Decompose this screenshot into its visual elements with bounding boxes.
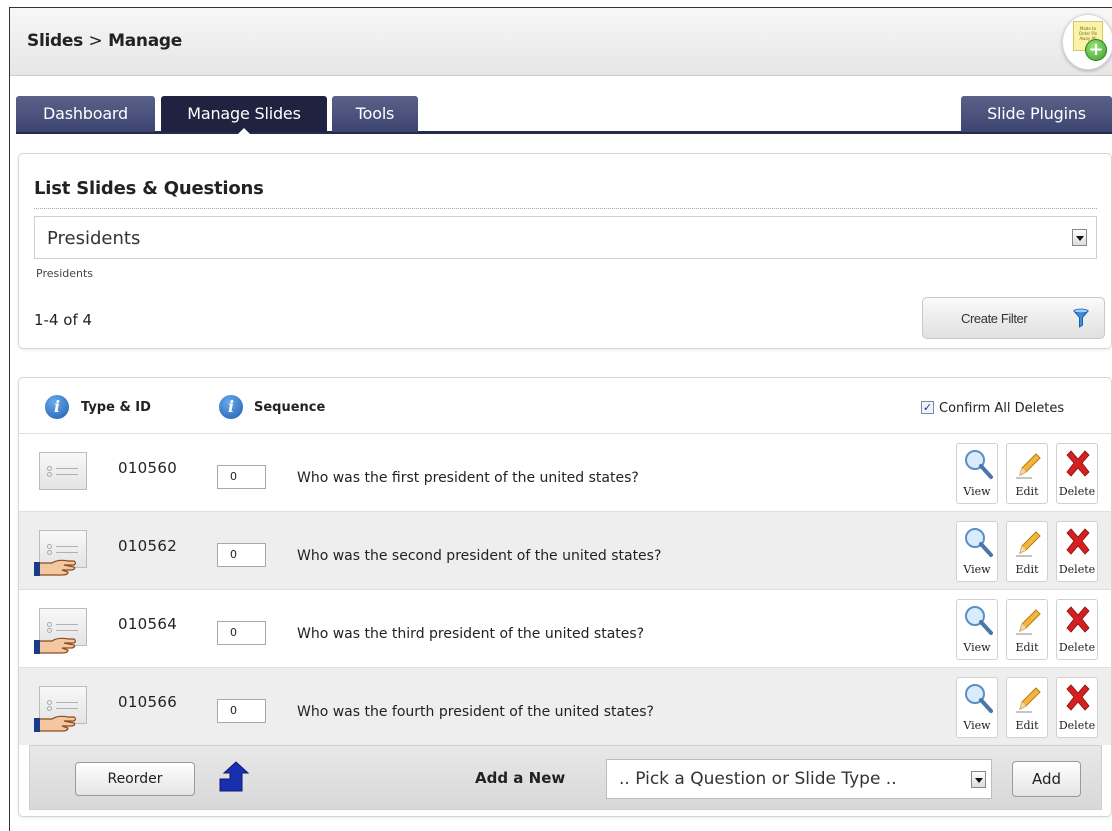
info-icon[interactable]: i	[45, 395, 69, 419]
question-text: Who was the first president of the unite…	[297, 470, 639, 486]
delete-label: Delete	[1058, 719, 1096, 732]
hand-icon	[34, 715, 77, 732]
title-divider	[34, 208, 1097, 209]
edit-label: Edit	[1015, 641, 1039, 654]
confirm-deletes-checkbox[interactable]: ✓	[921, 401, 934, 414]
table-footer: Reorder Add a New .. Pick a Question or …	[29, 745, 1102, 810]
table-row: 010560 0 Who was the first president of …	[19, 433, 1111, 511]
view-button[interactable]: View	[956, 443, 998, 504]
delete-label: Delete	[1058, 641, 1096, 654]
delete-label: Delete	[1058, 563, 1096, 576]
col-sequence-label: Sequence	[254, 400, 326, 415]
tab-bar: Dashboard Manage Slides Tools Slide Plug…	[16, 96, 1112, 135]
chevron-down-icon[interactable]	[1072, 229, 1087, 246]
sequence-input[interactable]: 0	[217, 621, 266, 645]
info-icon[interactable]: i	[219, 395, 243, 419]
plus-icon: +	[1085, 39, 1107, 61]
pencil-icon	[1016, 687, 1041, 713]
hand-icon	[34, 637, 77, 654]
create-filter-label: Create Filter	[961, 311, 1028, 326]
arrow-up-icon[interactable]	[216, 761, 250, 795]
add-button[interactable]: Add	[1012, 761, 1081, 797]
pencil-icon	[1016, 531, 1041, 557]
view-label: View	[963, 641, 991, 654]
view-button[interactable]: View	[956, 599, 998, 660]
result-count: 1-4 of 4	[34, 311, 93, 329]
delete-button[interactable]: Delete	[1056, 677, 1098, 738]
view-label: View	[963, 563, 991, 576]
magnifier-icon	[965, 684, 993, 713]
funnel-icon	[1073, 308, 1089, 328]
view-label: View	[963, 485, 991, 498]
table-row: 010564 0 Who was the third president of …	[19, 589, 1111, 667]
shared-slide-icon	[34, 686, 87, 732]
close-icon	[1066, 450, 1090, 477]
reorder-button[interactable]: Reorder	[75, 762, 195, 796]
delete-button[interactable]: Delete	[1056, 443, 1098, 504]
sequence-input[interactable]: 0	[217, 543, 266, 567]
table-row: 010566 0 Who was the fourth president of…	[19, 667, 1111, 745]
close-icon	[1066, 528, 1090, 555]
chevron-down-icon[interactable]	[971, 771, 986, 788]
delete-button[interactable]: Delete	[1056, 599, 1098, 660]
view-button[interactable]: View	[956, 677, 998, 738]
slide-type-select[interactable]: .. Pick a Question or Slide Type ..	[606, 759, 992, 799]
edit-label: Edit	[1015, 563, 1039, 576]
col-type-id-label: Type & ID	[81, 400, 151, 415]
list-slides-panel: List Slides & Questions Presidents Presi…	[18, 153, 1112, 349]
close-icon	[1066, 606, 1090, 633]
view-label: View	[963, 719, 991, 732]
delete-button[interactable]: Delete	[1056, 521, 1098, 582]
slides-table-panel: i Type & ID i Sequence ✓ Confirm All Del…	[18, 377, 1112, 817]
tab-dashboard[interactable]: Dashboard	[16, 96, 155, 132]
shared-slide-icon	[34, 530, 87, 576]
confirm-deletes-label: Confirm All Deletes	[939, 401, 1065, 416]
view-button[interactable]: View	[956, 521, 998, 582]
breadcrumb-separator: >	[88, 31, 103, 51]
edit-button[interactable]: Edit	[1006, 443, 1048, 504]
pencil-icon	[1016, 609, 1041, 635]
edit-label: Edit	[1015, 719, 1039, 732]
question-text: Who was the second president of the unit…	[297, 548, 662, 564]
edit-button[interactable]: Edit	[1006, 677, 1048, 738]
slide-id[interactable]: 010564	[118, 615, 177, 633]
edit-button[interactable]: Edit	[1006, 521, 1048, 582]
magnifier-icon	[965, 606, 993, 635]
tab-tools[interactable]: Tools	[332, 96, 418, 132]
magnifier-icon	[965, 450, 993, 479]
add-note-badge-icon[interactable]: Made to Order Pin Away All +	[1062, 14, 1112, 70]
sequence-input[interactable]: 0	[217, 465, 266, 489]
question-text: Who was the third president of the unite…	[297, 626, 645, 642]
slide-id[interactable]: 010566	[118, 693, 177, 711]
slide-set-caption: Presidents	[36, 267, 94, 280]
table-row: 010562 0 Who was the second president of…	[19, 511, 1111, 589]
breadcrumb: Slides > Manage	[27, 31, 182, 51]
pencil-icon	[1016, 453, 1041, 479]
question-text: Who was the fourth president of the unit…	[297, 704, 654, 720]
sequence-input[interactable]: 0	[217, 699, 266, 723]
slide-type-select-value: .. Pick a Question or Slide Type ..	[619, 769, 897, 789]
panel-title: List Slides & Questions	[34, 178, 264, 199]
delete-label: Delete	[1058, 485, 1096, 498]
edit-label: Edit	[1015, 485, 1039, 498]
edit-button[interactable]: Edit	[1006, 599, 1048, 660]
hand-icon	[34, 559, 77, 576]
add-new-label: Add a New	[475, 769, 566, 787]
shared-slide-icon	[34, 608, 87, 654]
slide-id[interactable]: 010560	[118, 459, 177, 477]
magnifier-icon	[965, 528, 993, 557]
tab-manage-slides[interactable]: Manage Slides	[161, 96, 327, 135]
slide-id[interactable]: 010562	[118, 537, 177, 555]
tab-slide-plugins[interactable]: Slide Plugins	[961, 96, 1112, 132]
breadcrumb-section[interactable]: Slides	[27, 31, 83, 51]
create-filter-button[interactable]: Create Filter	[922, 297, 1105, 339]
close-icon	[1066, 684, 1090, 711]
slide-set-select[interactable]: Presidents	[34, 216, 1097, 259]
slide-icon	[39, 452, 87, 490]
breadcrumb-page: Manage	[108, 31, 182, 51]
page-header: Slides > Manage Made to Order Pin Away A…	[10, 8, 1112, 76]
app-frame: Slides > Manage Made to Order Pin Away A…	[9, 7, 1112, 831]
slide-set-select-value: Presidents	[47, 228, 141, 249]
